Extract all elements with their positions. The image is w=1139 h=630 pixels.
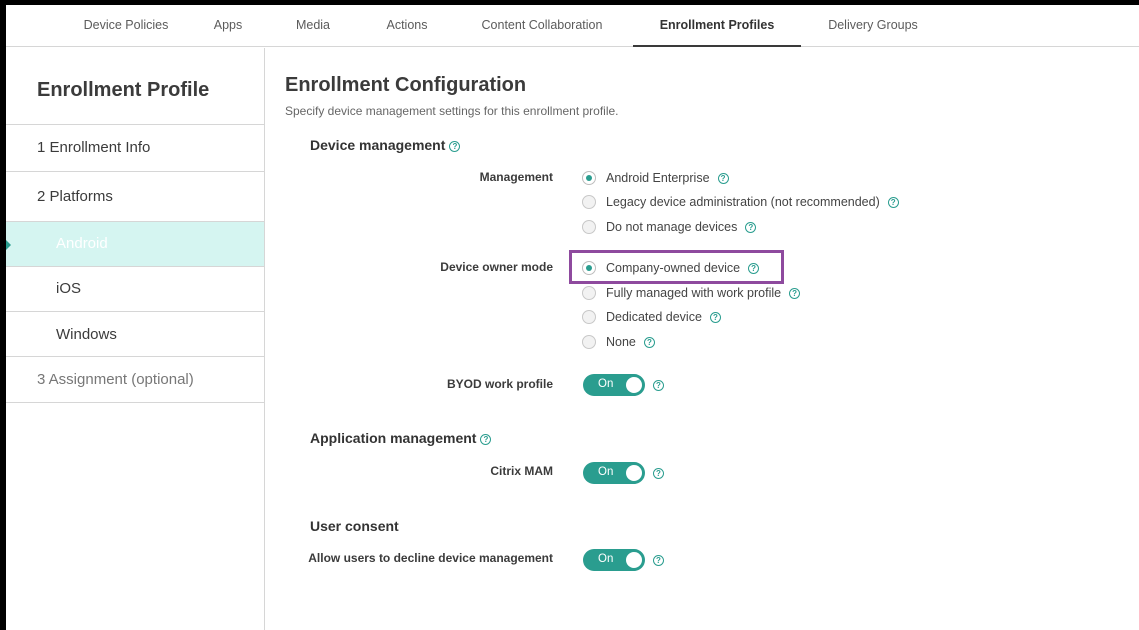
- toggle-knob: [626, 377, 642, 393]
- user-consent-heading: User consent: [310, 518, 399, 534]
- tab-device-policies[interactable]: Device Policies: [70, 5, 182, 47]
- active-indicator-icon: [6, 240, 11, 250]
- citrix-mam-toggle[interactable]: On: [583, 462, 645, 484]
- radio-fully-managed-work-profile[interactable]: Fully managed with work profile ?: [582, 283, 801, 303]
- byod-work-profile-label: BYOD work profile: [446, 377, 553, 391]
- radio-do-not-manage[interactable]: Do not manage devices ?: [582, 217, 757, 237]
- radio-button[interactable]: [582, 286, 596, 300]
- tab-enrollment-profiles[interactable]: Enrollment Profiles: [633, 5, 801, 47]
- sidebar-item-assignment[interactable]: 3 Assignment (optional): [6, 357, 264, 403]
- sidebar-item-enrollment-info[interactable]: 1 Enrollment Info: [6, 125, 264, 172]
- radio-none[interactable]: None ?: [582, 332, 655, 352]
- radio-button-selected[interactable]: [582, 171, 596, 185]
- byod-toggle-group: On ?: [583, 374, 664, 396]
- page-subtitle: Specify device management settings for t…: [285, 104, 619, 118]
- sidebar-title: Enrollment Profile: [37, 79, 210, 101]
- toggle-knob: [626, 465, 642, 481]
- sidebar-item-platforms[interactable]: 2 Platforms: [6, 172, 264, 222]
- toggle-label: On: [598, 466, 614, 478]
- help-icon[interactable]: ?: [653, 467, 664, 479]
- help-icon[interactable]: ?: [745, 221, 757, 233]
- help-icon[interactable]: ?: [653, 554, 664, 566]
- mam-toggle-group: On ?: [583, 462, 664, 484]
- allow-decline-toggle[interactable]: On: [583, 549, 645, 571]
- page-title: Enrollment Configuration: [285, 74, 527, 96]
- citrix-mam-label: Citrix MAM: [490, 464, 553, 478]
- decline-toggle-group: On ?: [583, 549, 664, 571]
- toggle-label: On: [598, 378, 614, 390]
- radio-legacy-device-admin[interactable]: Legacy device administration (not recomm…: [582, 192, 899, 212]
- help-icon[interactable]: ?: [480, 433, 492, 445]
- help-icon[interactable]: ?: [449, 140, 461, 152]
- section-title: Device management: [310, 137, 446, 153]
- enrollment-sidebar: Enrollment Profile 1 Enrollment Info 2 P…: [6, 48, 265, 630]
- radio-label: Android Enterprise: [606, 171, 710, 185]
- radio-label: Do not manage devices: [606, 220, 738, 234]
- radio-label: Dedicated device: [606, 310, 702, 324]
- sidebar-item-windows[interactable]: Windows: [6, 312, 264, 357]
- radio-label: None: [606, 335, 636, 349]
- help-icon[interactable]: ?: [643, 336, 655, 348]
- management-label: Management: [479, 170, 553, 184]
- radio-button[interactable]: [582, 335, 596, 349]
- top-tab-bar: Device Policies Apps Media Actions Conte…: [6, 5, 1139, 47]
- help-icon[interactable]: ?: [653, 379, 664, 391]
- allow-decline-label: Allow users to decline device management: [308, 551, 553, 565]
- tab-actions[interactable]: Actions: [376, 5, 438, 47]
- tab-apps[interactable]: Apps: [204, 5, 252, 47]
- help-icon[interactable]: ?: [709, 311, 721, 323]
- radio-dedicated-device[interactable]: Dedicated device ?: [582, 307, 721, 327]
- radio-android-enterprise[interactable]: Android Enterprise ?: [582, 168, 729, 188]
- help-icon[interactable]: ?: [789, 287, 801, 299]
- application-management-heading: Application management?: [310, 430, 492, 446]
- sidebar-header: Enrollment Profile: [6, 48, 264, 125]
- sidebar-item-label: Windows: [56, 326, 117, 343]
- toggle-label: On: [598, 553, 614, 565]
- sidebar-item-label: Android: [56, 235, 108, 252]
- help-icon[interactable]: ?: [887, 196, 899, 208]
- radio-label: Fully managed with work profile: [606, 286, 782, 300]
- highlight-box: [569, 250, 784, 284]
- sidebar-item-label: 3 Assignment (optional): [37, 371, 194, 388]
- radio-button[interactable]: [582, 195, 596, 209]
- radio-label: Legacy device administration (not recomm…: [606, 195, 880, 209]
- sidebar-item-label: iOS: [56, 280, 82, 297]
- tab-media[interactable]: Media: [287, 5, 339, 47]
- device-owner-mode-label: Device owner mode: [440, 260, 553, 274]
- byod-work-profile-toggle[interactable]: On: [583, 374, 645, 396]
- tab-delivery-groups[interactable]: Delivery Groups: [818, 5, 928, 47]
- section-title: Application management: [310, 430, 477, 446]
- sidebar-item-ios[interactable]: iOS: [6, 267, 264, 312]
- radio-button[interactable]: [582, 310, 596, 324]
- tab-content-collaboration[interactable]: Content Collaboration: [470, 5, 614, 47]
- sidebar-item-label: 2 Platforms: [37, 188, 113, 205]
- device-management-heading: Device management?: [310, 137, 461, 153]
- radio-button[interactable]: [582, 220, 596, 234]
- sidebar-item-label: 1 Enrollment Info: [37, 139, 151, 156]
- main-content: Enrollment Configuration Specify device …: [265, 48, 1139, 630]
- sidebar-item-android[interactable]: Android: [6, 222, 264, 267]
- toggle-knob: [626, 552, 642, 568]
- help-icon[interactable]: ?: [717, 172, 729, 184]
